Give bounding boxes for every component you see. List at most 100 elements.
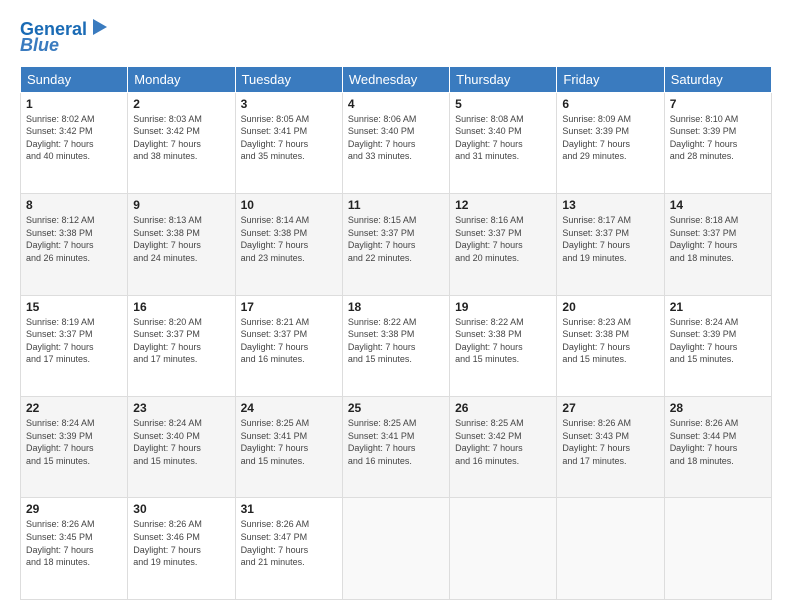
cell-info: Sunrise: 8:23 AMSunset: 3:38 PMDaylight:… [562,317,631,365]
calendar-cell: 31 Sunrise: 8:26 AMSunset: 3:47 PMDaylig… [235,498,342,600]
calendar-cell: 24 Sunrise: 8:25 AMSunset: 3:41 PMDaylig… [235,397,342,498]
cell-info: Sunrise: 8:02 AMSunset: 3:42 PMDaylight:… [26,114,95,162]
day-number: 1 [26,97,122,111]
day-number: 7 [670,97,766,111]
cell-info: Sunrise: 8:19 AMSunset: 3:37 PMDaylight:… [26,317,95,365]
calendar-cell: 29 Sunrise: 8:26 AMSunset: 3:45 PMDaylig… [21,498,128,600]
calendar-cell: 21 Sunrise: 8:24 AMSunset: 3:39 PMDaylig… [664,295,771,396]
cell-info: Sunrise: 8:08 AMSunset: 3:40 PMDaylight:… [455,114,524,162]
day-number: 26 [455,401,551,415]
page: General Blue SundayMondayTuesdayWednesda… [0,0,792,612]
day-header-thursday: Thursday [450,66,557,92]
day-number: 22 [26,401,122,415]
cell-info: Sunrise: 8:24 AMSunset: 3:40 PMDaylight:… [133,418,202,466]
cell-info: Sunrise: 8:10 AMSunset: 3:39 PMDaylight:… [670,114,739,162]
cell-info: Sunrise: 8:12 AMSunset: 3:38 PMDaylight:… [26,215,95,263]
week-row-2: 8 Sunrise: 8:12 AMSunset: 3:38 PMDayligh… [21,194,772,295]
day-number: 23 [133,401,229,415]
day-number: 30 [133,502,229,516]
calendar-cell: 28 Sunrise: 8:26 AMSunset: 3:44 PMDaylig… [664,397,771,498]
cell-info: Sunrise: 8:22 AMSunset: 3:38 PMDaylight:… [348,317,417,365]
day-header-sunday: Sunday [21,66,128,92]
day-number: 31 [241,502,337,516]
cell-info: Sunrise: 8:15 AMSunset: 3:37 PMDaylight:… [348,215,417,263]
day-number: 16 [133,300,229,314]
calendar-cell: 14 Sunrise: 8:18 AMSunset: 3:37 PMDaylig… [664,194,771,295]
cell-info: Sunrise: 8:21 AMSunset: 3:37 PMDaylight:… [241,317,310,365]
cell-info: Sunrise: 8:26 AMSunset: 3:45 PMDaylight:… [26,519,95,567]
calendar-cell: 25 Sunrise: 8:25 AMSunset: 3:41 PMDaylig… [342,397,449,498]
calendar-cell: 15 Sunrise: 8:19 AMSunset: 3:37 PMDaylig… [21,295,128,396]
calendar-cell: 9 Sunrise: 8:13 AMSunset: 3:38 PMDayligh… [128,194,235,295]
week-row-1: 1 Sunrise: 8:02 AMSunset: 3:42 PMDayligh… [21,92,772,193]
calendar-cell: 26 Sunrise: 8:25 AMSunset: 3:42 PMDaylig… [450,397,557,498]
day-number: 29 [26,502,122,516]
cell-info: Sunrise: 8:13 AMSunset: 3:38 PMDaylight:… [133,215,202,263]
logo: General Blue [20,20,111,56]
cell-info: Sunrise: 8:26 AMSunset: 3:47 PMDaylight:… [241,519,310,567]
week-row-3: 15 Sunrise: 8:19 AMSunset: 3:37 PMDaylig… [21,295,772,396]
calendar-cell: 20 Sunrise: 8:23 AMSunset: 3:38 PMDaylig… [557,295,664,396]
calendar-cell: 16 Sunrise: 8:20 AMSunset: 3:37 PMDaylig… [128,295,235,396]
header-row: SundayMondayTuesdayWednesdayThursdayFrid… [21,66,772,92]
cell-info: Sunrise: 8:24 AMSunset: 3:39 PMDaylight:… [670,317,739,365]
day-header-monday: Monday [128,66,235,92]
calendar-cell: 30 Sunrise: 8:26 AMSunset: 3:46 PMDaylig… [128,498,235,600]
logo-arrow-icon [89,17,111,39]
calendar-cell: 12 Sunrise: 8:16 AMSunset: 3:37 PMDaylig… [450,194,557,295]
cell-info: Sunrise: 8:26 AMSunset: 3:44 PMDaylight:… [670,418,739,466]
calendar-cell: 19 Sunrise: 8:22 AMSunset: 3:38 PMDaylig… [450,295,557,396]
calendar-cell: 2 Sunrise: 8:03 AMSunset: 3:42 PMDayligh… [128,92,235,193]
calendar-cell [342,498,449,600]
cell-info: Sunrise: 8:16 AMSunset: 3:37 PMDaylight:… [455,215,524,263]
cell-info: Sunrise: 8:06 AMSunset: 3:40 PMDaylight:… [348,114,417,162]
day-number: 4 [348,97,444,111]
calendar-cell: 1 Sunrise: 8:02 AMSunset: 3:42 PMDayligh… [21,92,128,193]
calendar-cell: 5 Sunrise: 8:08 AMSunset: 3:40 PMDayligh… [450,92,557,193]
day-number: 27 [562,401,658,415]
day-number: 5 [455,97,551,111]
day-header-wednesday: Wednesday [342,66,449,92]
calendar-cell: 13 Sunrise: 8:17 AMSunset: 3:37 PMDaylig… [557,194,664,295]
cell-info: Sunrise: 8:09 AMSunset: 3:39 PMDaylight:… [562,114,631,162]
day-number: 6 [562,97,658,111]
calendar-cell: 11 Sunrise: 8:15 AMSunset: 3:37 PMDaylig… [342,194,449,295]
day-number: 20 [562,300,658,314]
day-number: 28 [670,401,766,415]
cell-info: Sunrise: 8:20 AMSunset: 3:37 PMDaylight:… [133,317,202,365]
cell-info: Sunrise: 8:05 AMSunset: 3:41 PMDaylight:… [241,114,310,162]
day-number: 18 [348,300,444,314]
calendar-cell: 8 Sunrise: 8:12 AMSunset: 3:38 PMDayligh… [21,194,128,295]
cell-info: Sunrise: 8:18 AMSunset: 3:37 PMDaylight:… [670,215,739,263]
day-number: 12 [455,198,551,212]
calendar-cell: 3 Sunrise: 8:05 AMSunset: 3:41 PMDayligh… [235,92,342,193]
day-header-saturday: Saturday [664,66,771,92]
calendar-cell: 6 Sunrise: 8:09 AMSunset: 3:39 PMDayligh… [557,92,664,193]
logo-blue: Blue [20,36,59,56]
cell-info: Sunrise: 8:26 AMSunset: 3:43 PMDaylight:… [562,418,631,466]
week-row-4: 22 Sunrise: 8:24 AMSunset: 3:39 PMDaylig… [21,397,772,498]
day-number: 10 [241,198,337,212]
day-header-tuesday: Tuesday [235,66,342,92]
cell-info: Sunrise: 8:17 AMSunset: 3:37 PMDaylight:… [562,215,631,263]
day-number: 14 [670,198,766,212]
cell-info: Sunrise: 8:03 AMSunset: 3:42 PMDaylight:… [133,114,202,162]
day-number: 3 [241,97,337,111]
cell-info: Sunrise: 8:22 AMSunset: 3:38 PMDaylight:… [455,317,524,365]
calendar-cell [450,498,557,600]
cell-info: Sunrise: 8:24 AMSunset: 3:39 PMDaylight:… [26,418,95,466]
calendar-cell: 18 Sunrise: 8:22 AMSunset: 3:38 PMDaylig… [342,295,449,396]
day-number: 19 [455,300,551,314]
cell-info: Sunrise: 8:25 AMSunset: 3:41 PMDaylight:… [348,418,417,466]
cell-info: Sunrise: 8:26 AMSunset: 3:46 PMDaylight:… [133,519,202,567]
calendar-cell: 10 Sunrise: 8:14 AMSunset: 3:38 PMDaylig… [235,194,342,295]
day-number: 15 [26,300,122,314]
calendar-cell [664,498,771,600]
header: General Blue [20,16,772,56]
day-number: 13 [562,198,658,212]
day-number: 2 [133,97,229,111]
cell-info: Sunrise: 8:14 AMSunset: 3:38 PMDaylight:… [241,215,310,263]
day-number: 11 [348,198,444,212]
day-number: 8 [26,198,122,212]
cell-info: Sunrise: 8:25 AMSunset: 3:41 PMDaylight:… [241,418,310,466]
